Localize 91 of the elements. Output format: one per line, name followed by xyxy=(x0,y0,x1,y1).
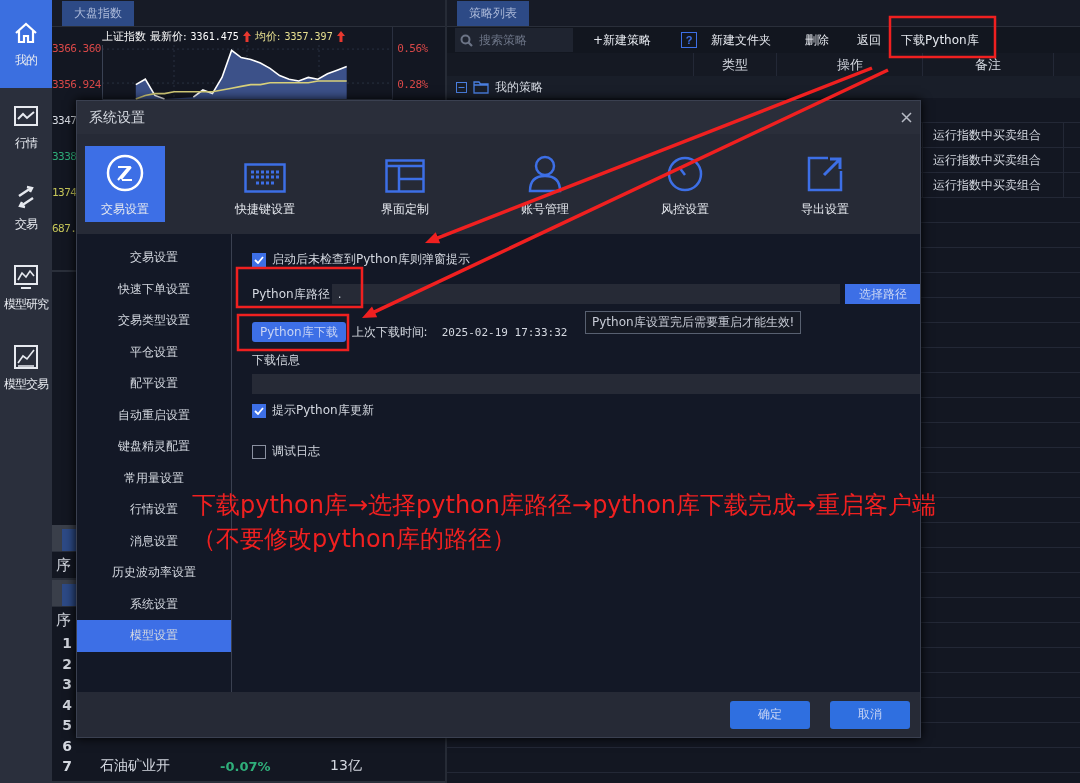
user-icon xyxy=(527,155,563,193)
settings-nav-item[interactable]: 快速下单设置 xyxy=(118,273,190,305)
settings-nav-item[interactable]: 自动重启设置 xyxy=(118,399,190,431)
gauge-icon xyxy=(666,155,704,193)
toolbar-button[interactable]: +新建策略 xyxy=(593,27,652,53)
checkbox-label: 提示Python库更新 xyxy=(272,402,374,419)
axis-tick-label: 3366.360 xyxy=(52,41,101,57)
average-price-label: 均价: xyxy=(254,28,281,44)
settings-nav-item[interactable]: 消息设置 xyxy=(130,525,178,557)
checkbox-label: 启动后未检查到Python库则弹窗提示 xyxy=(272,251,470,268)
toolbar-button[interactable]: 下载Python库 xyxy=(901,27,979,53)
axis-label: 3347 xyxy=(52,113,77,129)
toolbar-button[interactable]: 新建文件夹 xyxy=(711,27,772,53)
tree-item-label[interactable]: 我的策略 xyxy=(495,78,543,96)
table-cell: 运行指数中买卖组合 xyxy=(923,148,1064,173)
folder-icon xyxy=(473,80,489,94)
monitor-chart-icon xyxy=(13,263,39,290)
table-cell: 运行指数中买卖组合 xyxy=(923,123,1064,148)
line-chart-icon xyxy=(13,104,39,129)
last-download-label: 上次下载时间: xyxy=(351,323,428,341)
checkbox[interactable] xyxy=(252,252,266,267)
sidebar-item[interactable]: 我的 xyxy=(0,0,52,88)
checkbox-label: 调试日志 xyxy=(272,443,320,460)
export-icon xyxy=(806,155,844,193)
sidebar-item[interactable]: 行情 xyxy=(0,88,52,168)
search-field[interactable]: 搜索策略 xyxy=(455,28,573,52)
last-download-time: 2025-02-19 17:33:32 xyxy=(441,325,568,339)
settings-nav-item[interactable]: 交易设置 xyxy=(130,242,178,274)
row-number: 7 xyxy=(61,758,72,775)
settings-nav-item[interactable]: 行情设置 xyxy=(130,494,178,526)
category-tab[interactable]: 风控设置 xyxy=(645,146,725,222)
settings-nav-item[interactable]: 平仓设置 xyxy=(130,336,178,368)
settings-nav-item[interactable]: 历史波动率设置 xyxy=(112,557,196,589)
axis-label: 1374 xyxy=(52,185,77,201)
sector-name: 石油矿业开 xyxy=(100,757,171,776)
sidebar-item[interactable]: 模型交易 xyxy=(0,328,52,408)
settings-nav-item[interactable]: 交易类型设置 xyxy=(118,305,190,337)
sidebar-item[interactable]: 模型研究 xyxy=(0,248,52,328)
settings-nav-item[interactable]: 常用量设置 xyxy=(124,462,184,494)
settings-nav-item[interactable]: 配平设置 xyxy=(130,368,178,400)
path-field[interactable]: . xyxy=(332,284,840,304)
chart-board-icon xyxy=(13,343,39,370)
axis-label: 0.28% xyxy=(397,77,428,93)
axis-tick-label: 3356.924 xyxy=(52,77,101,93)
settings-nav-item[interactable]: 键盘精灵配置 xyxy=(118,431,190,463)
row-number: 2 xyxy=(61,655,72,672)
annotation-text: （不要修改python库的路径） xyxy=(192,524,516,555)
up-arrow-icon xyxy=(242,30,251,42)
axis-label: 687. xyxy=(52,221,77,237)
dialog-title: 系统设置 xyxy=(89,108,145,127)
change-percent: -0.07% xyxy=(220,758,272,774)
tooltip: Python库设置完后需要重启才能生效! xyxy=(585,311,802,334)
average-price: 3357.397 xyxy=(284,30,333,42)
checkbox[interactable] xyxy=(252,403,266,418)
category-tab[interactable]: 交易设置 xyxy=(85,146,165,222)
turnover-amount: 13亿 xyxy=(330,757,362,776)
panel-tab[interactable]: 策略列表 xyxy=(457,1,529,26)
axis-label: 3338 xyxy=(52,149,77,165)
close-icon[interactable] xyxy=(901,112,912,123)
collapse-icon[interactable] xyxy=(456,81,467,93)
column-header: 序 xyxy=(55,610,71,631)
row-number: 5 xyxy=(61,717,72,734)
keyboard-icon xyxy=(244,163,286,193)
category-tab[interactable]: 界面定制 xyxy=(365,146,445,222)
help-button[interactable]: ? xyxy=(681,32,698,48)
latest-price: 3361.475 xyxy=(190,30,239,42)
toolbar-button[interactable]: 返回 xyxy=(857,27,882,53)
category-tab[interactable]: 快捷键设置 xyxy=(225,146,305,222)
category-tab[interactable]: 账号管理 xyxy=(505,146,585,222)
latest-price-label: 最新价: xyxy=(149,28,187,44)
row-number: 3 xyxy=(61,676,72,693)
category-tab[interactable]: 导出设置 xyxy=(785,146,865,222)
column-header: 序 xyxy=(55,555,71,576)
index-name: 上证指数 xyxy=(101,28,146,44)
row-number: 1 xyxy=(61,635,72,652)
row-number: 4 xyxy=(61,696,72,713)
field-label: 下载信息 xyxy=(252,351,301,369)
settings-nav-item[interactable]: 系统设置 xyxy=(130,588,178,620)
panel-tab[interactable]: 大盘指数 xyxy=(62,1,134,26)
table-cell: 运行指数中买卖组合 xyxy=(923,173,1064,198)
annotation-text: 下载python库→选择python库路径→python库下载完成→重启客户端 xyxy=(192,490,937,521)
search-icon xyxy=(460,34,473,47)
row-number: 6 xyxy=(61,737,72,754)
field-label: Python库路径 xyxy=(252,285,331,303)
sidebar-item[interactable]: 交易 xyxy=(0,168,52,248)
axis-label: 0.56% xyxy=(397,41,428,57)
up-arrow-icon xyxy=(336,30,345,42)
checkbox[interactable] xyxy=(252,444,266,459)
window-layout-icon xyxy=(385,159,425,193)
z-circle-icon xyxy=(105,153,145,193)
toolbar-button[interactable]: 删除 xyxy=(805,27,830,53)
